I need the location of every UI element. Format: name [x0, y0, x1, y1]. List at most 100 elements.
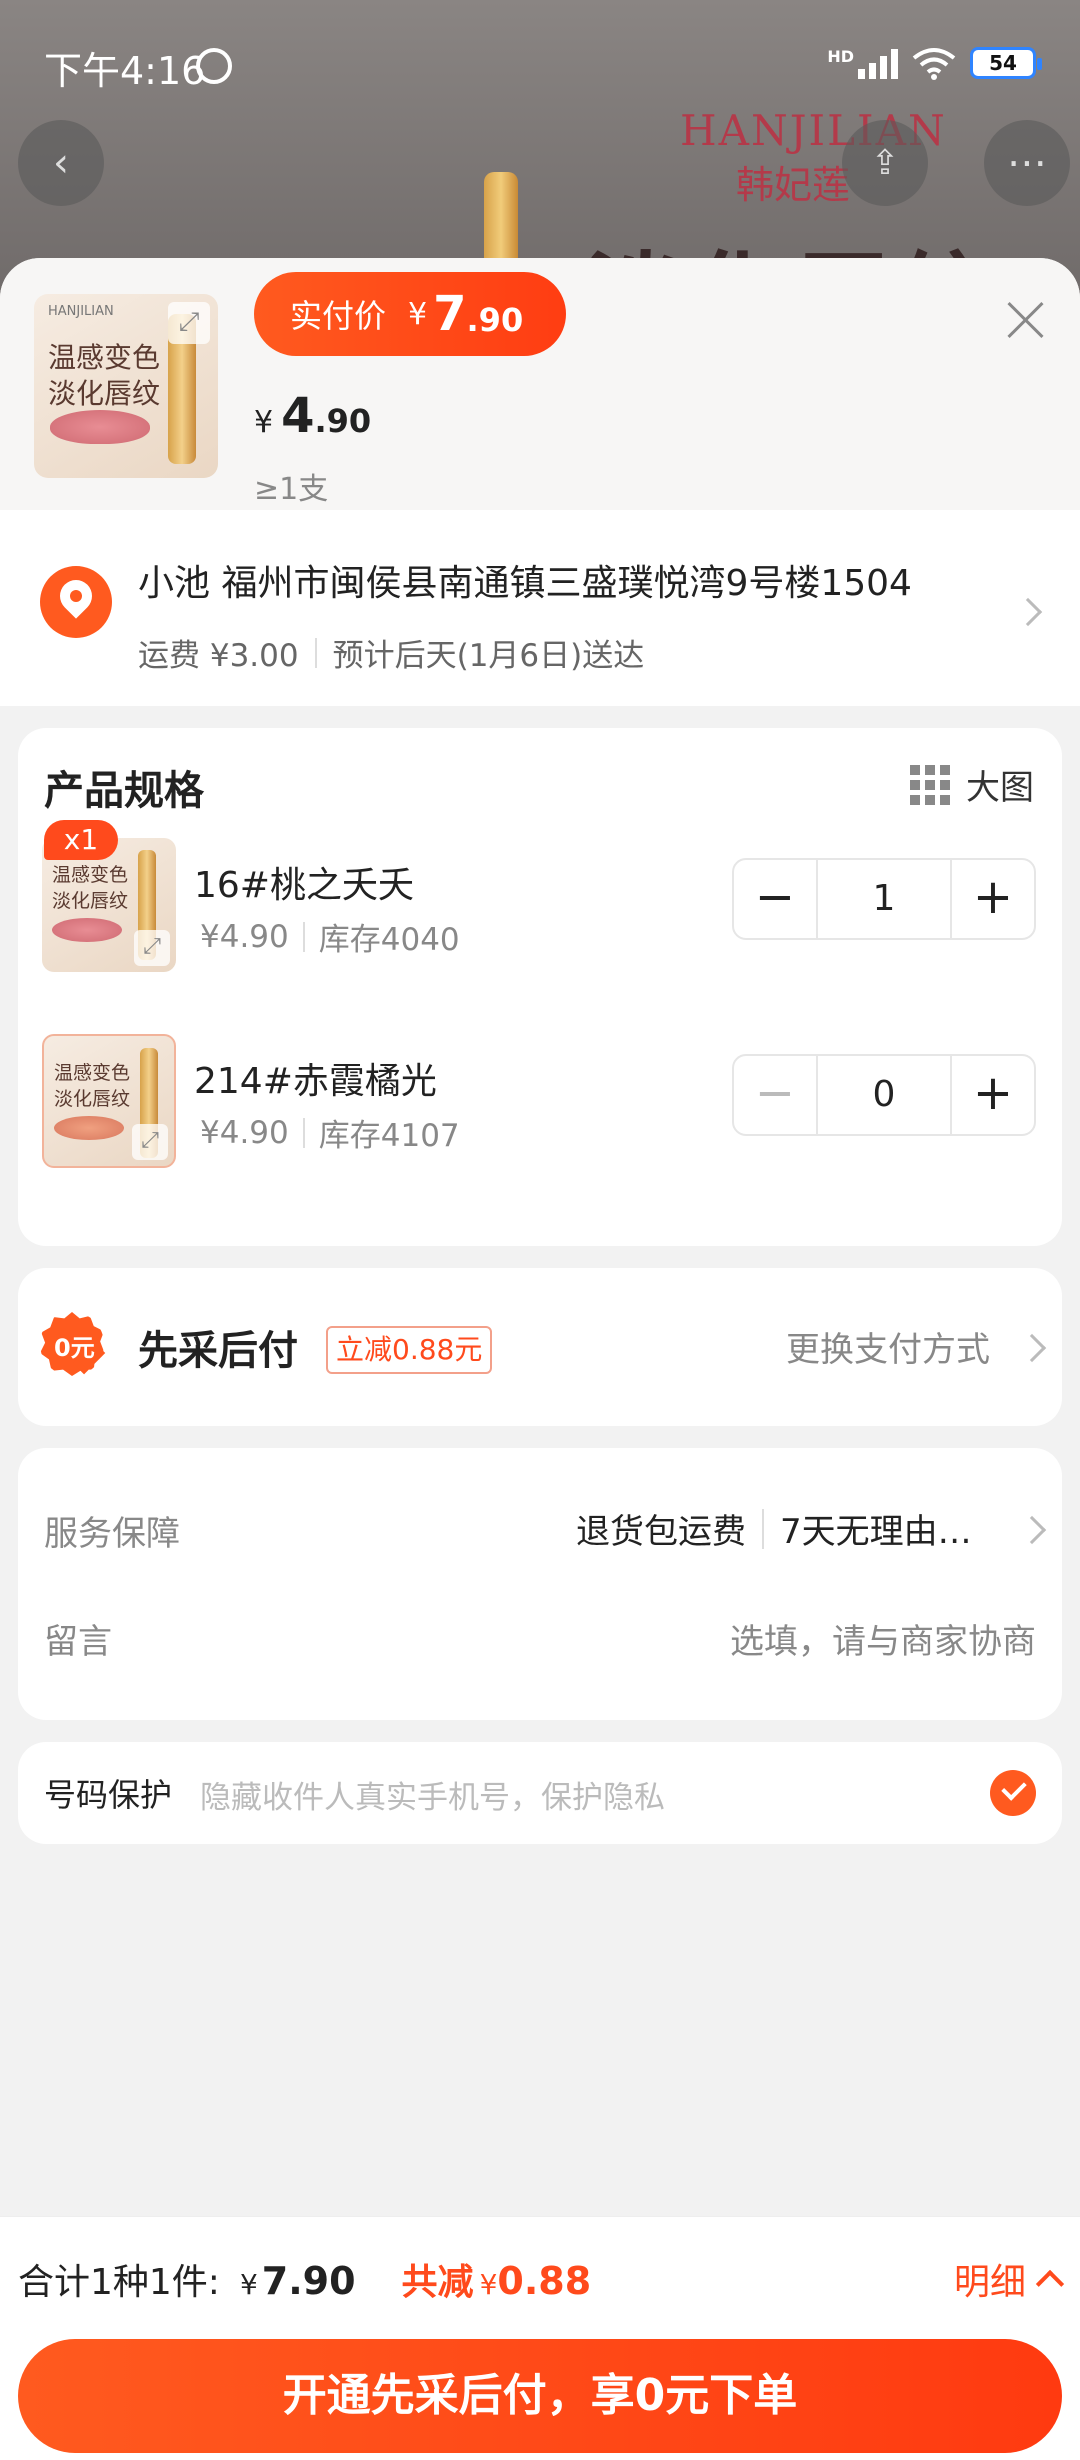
expand-icon[interactable]: ⤢: [168, 302, 210, 344]
service-guarantees[interactable]: 退货包运费 7天无理由退货: [576, 1504, 990, 1553]
savings-amount: 0.88: [497, 2259, 592, 2303]
unit-price-decimal: .90: [314, 402, 372, 440]
real-price-integer: 7: [433, 286, 467, 342]
spec-row[interactable]: 温感变色 淡化唇纹 ⤢ 214#赤霞橘光 ¥4.90 库存4107 − 0 +: [18, 1024, 1062, 1174]
battery-icon: 54: [970, 47, 1042, 79]
spec-thumb-line1: 温感变色: [54, 1062, 131, 1084]
sheet-header: HANJILIAN 温感变色 淡化唇纹 ⤢ 实付价 ¥ 7 .90 ¥ 4 .9…: [0, 258, 1080, 510]
chevron-right-icon: [1017, 1515, 1047, 1545]
quantity-stepper: − 0 +: [732, 1054, 1036, 1136]
pay-later-icon: 0元: [40, 1312, 110, 1382]
spec-thumb-line1: 温感变色: [52, 864, 129, 886]
background-brand-cn: 韩妃莲: [736, 163, 851, 207]
spec-price-line: ¥4.90 库存4107: [200, 1110, 460, 1155]
decrease-button[interactable]: −: [734, 860, 816, 938]
back-icon[interactable]: ‹: [18, 120, 104, 206]
privacy-hint: 隐藏收件人真实手机号，保护隐私: [200, 1780, 665, 1816]
quantity-value[interactable]: 1: [816, 860, 952, 938]
spec-price-line: ¥4.90 库存4040: [200, 914, 460, 959]
shipping-fee: 运费 ¥3.00: [138, 638, 299, 674]
change-payment-link[interactable]: 更换支付方式: [786, 1322, 990, 1371]
status-icons: HD 54: [827, 46, 1042, 80]
spec-price: ¥4.90: [200, 918, 289, 955]
product-thumbnail[interactable]: HANJILIAN 温感变色 淡化唇纹 ⤢: [34, 294, 218, 478]
alarm-icon: [196, 48, 232, 84]
spec-title: 产品规格: [44, 768, 204, 814]
unit-price-currency: ¥: [254, 405, 274, 440]
spec-stock: 库存4107: [318, 1118, 460, 1154]
spec-thumb-line2: 淡化唇纹: [52, 890, 129, 912]
chevron-right-icon: [1013, 597, 1043, 627]
spec-card: 产品规格 大图 温感变色 淡化唇纹 ⤢ x1 16#桃之夭夭 ¥4.90 库存4…: [18, 728, 1062, 1246]
real-price-decimal: .90: [466, 301, 524, 339]
detail-toggle[interactable]: 明细: [953, 2253, 1065, 2305]
status-bar: 下午4:16 HD 54: [0, 0, 1080, 130]
more-icon[interactable]: ⋯: [984, 120, 1070, 206]
spec-thumb-line2: 淡化唇纹: [54, 1088, 131, 1110]
big-view-label: 大图: [966, 768, 1034, 808]
address-text: 小池 福州市闽侯县南通镇三盛璞悦湾9号楼1504: [138, 563, 912, 604]
expand-icon[interactable]: ⤢: [132, 1124, 168, 1160]
submit-order-button[interactable]: 开通先采后付，享0元下单: [18, 2339, 1062, 2453]
quantity-stepper: − 1 +: [732, 858, 1036, 940]
selected-qty-badge: x1: [44, 820, 118, 860]
payment-card[interactable]: 0元 先采后付 立减0.88元 更换支付方式: [18, 1268, 1062, 1426]
thumbnail-brand: HANJILIAN: [48, 304, 114, 319]
spec-price: ¥4.90: [200, 1114, 289, 1151]
total-summary: 合计1种1件: ¥ 7.90 共减 ¥ 0.88: [18, 2253, 591, 2305]
savings-label: 共减: [401, 2262, 474, 2303]
hd-label: HD: [827, 46, 854, 66]
share-icon[interactable]: ⇪: [842, 120, 928, 206]
location-icon: [40, 566, 112, 638]
close-icon[interactable]: [1002, 296, 1050, 344]
address-card[interactable]: 小池 福州市闽侯县南通镇三盛璞悦湾9号楼1504 运费 ¥3.00 预计后天(1…: [0, 510, 1080, 706]
divider: [302, 921, 305, 952]
grid-icon: [910, 764, 950, 805]
service-label: 服务保障: [44, 1514, 180, 1554]
total-label: 合计1种1件:: [18, 2262, 220, 2303]
privacy-card: 号码保护 隐藏收件人真实手机号，保护隐私: [18, 1742, 1062, 1844]
checkout-bar: 合计1种1件: ¥ 7.90 共减 ¥ 0.88 明细 开通先采后付，享0元下单: [0, 2216, 1080, 2460]
unit-price-integer: 4: [281, 388, 315, 444]
lips-image: [54, 1116, 124, 1140]
spec-stock: 库存4040: [318, 922, 460, 958]
increase-button[interactable]: +: [952, 860, 1034, 938]
service-card: 服务保障 退货包运费 7天无理由退货 留言 选填，请与商家协商: [18, 1448, 1062, 1720]
divider: [302, 1117, 305, 1148]
spec-row[interactable]: 温感变色 淡化唇纹 ⤢ x1 16#桃之夭夭 ¥4.90 库存4040 − 1 …: [18, 820, 1062, 978]
address-subline: 运费 ¥3.00 预计后天(1月6日)送达: [138, 630, 644, 675]
spec-name: 214#赤霞橘光: [194, 1061, 437, 1102]
spec-thumbnail[interactable]: 温感变色 淡化唇纹 ⤢: [42, 1034, 176, 1168]
message-label: 留言: [44, 1622, 112, 1662]
divider: [762, 1508, 764, 1549]
expand-icon[interactable]: ⤢: [134, 930, 170, 966]
discount-tag: 立减0.88元: [326, 1326, 493, 1374]
spec-name: 16#桃之夭夭: [194, 865, 414, 906]
status-time: 下午4:16: [44, 49, 206, 93]
quantity-value[interactable]: 0: [816, 1056, 952, 1134]
real-price-label: 实付价: [290, 297, 387, 335]
chevron-up-icon: [1035, 2269, 1065, 2299]
decrease-button[interactable]: −: [734, 1056, 816, 1134]
privacy-checkbox[interactable]: [990, 1770, 1036, 1816]
message-input[interactable]: 选填，请与商家协商: [730, 1614, 1036, 1663]
payment-title: 先采后付: [138, 1328, 298, 1374]
thumbnail-line1: 温感变色: [48, 341, 161, 374]
total-amount: 7.90: [261, 2259, 356, 2303]
wifi-icon: [912, 48, 956, 80]
big-view-button[interactable]: 大图: [910, 760, 1034, 809]
service-item: 退货包运费: [576, 1512, 746, 1552]
chevron-right-icon: [1017, 1333, 1047, 1363]
delivery-estimate: 预计后天(1月6日)送达: [332, 638, 645, 674]
signal-icon: [858, 47, 898, 79]
lips-image: [50, 410, 150, 444]
savings-currency: ¥: [479, 2268, 498, 2301]
order-sheet: HANJILIAN 温感变色 淡化唇纹 ⤢ 实付价 ¥ 7 .90 ¥ 4 .9…: [0, 258, 1080, 2460]
real-price-currency: ¥: [408, 296, 428, 332]
increase-button[interactable]: +: [952, 1056, 1034, 1134]
total-currency: ¥: [239, 2268, 258, 2301]
unit-price: ¥ 4 .90: [254, 388, 371, 444]
thumbnail-line2: 淡化唇纹: [48, 377, 161, 410]
detail-label: 明细: [953, 2262, 1026, 2303]
min-quantity: ≥1支: [254, 472, 329, 507]
